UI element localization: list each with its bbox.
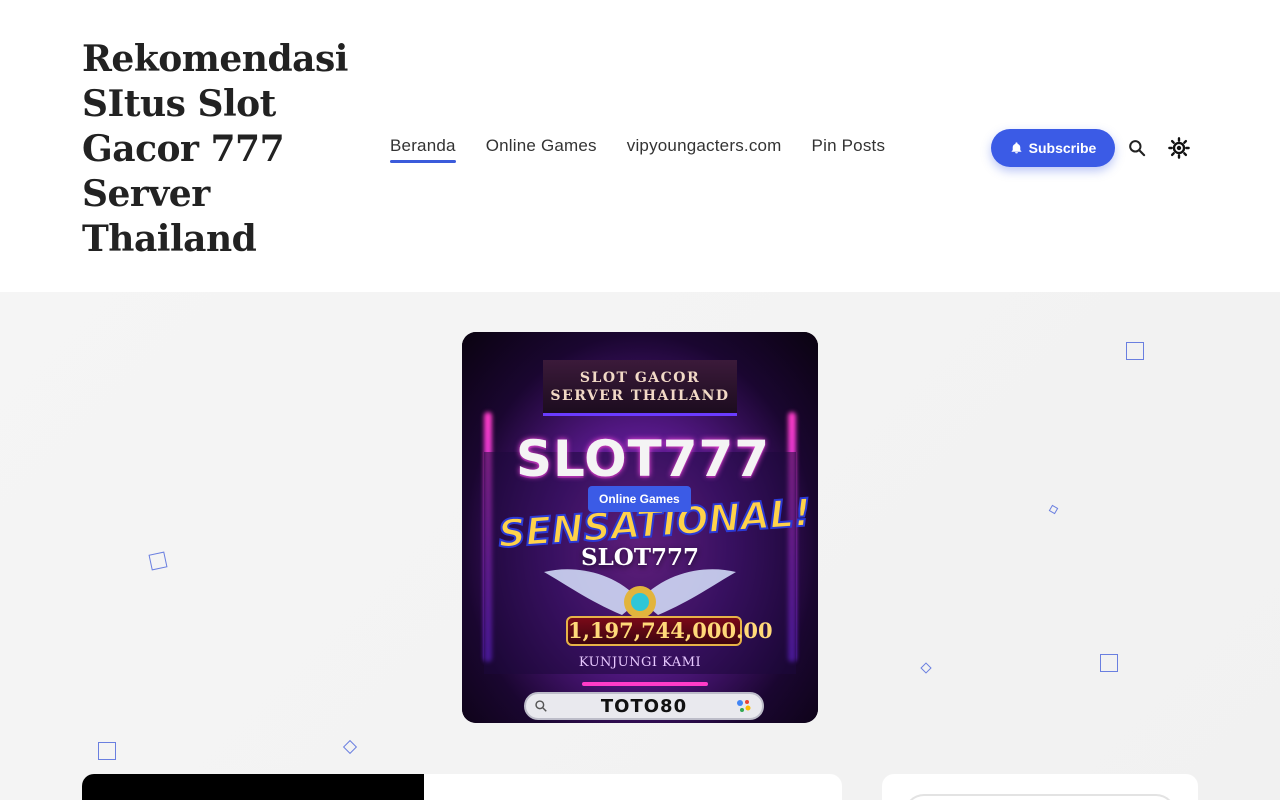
sidebar-widget xyxy=(882,774,1198,800)
image-visit-text: KUNJUNGI KAMI xyxy=(578,655,702,670)
category-badge[interactable]: Online Games xyxy=(588,486,691,512)
search-icon xyxy=(1129,140,1146,157)
decorative-square xyxy=(98,742,116,760)
image-divider xyxy=(582,682,708,686)
site-title[interactable]: Rekomendasi SItus Slot Gacor 777 Server … xyxy=(82,37,348,262)
search-button[interactable] xyxy=(1125,136,1149,160)
theme-toggle-button[interactable] xyxy=(1167,136,1191,160)
site-title-line: SItus Slot xyxy=(82,83,276,125)
decorative-square xyxy=(1126,342,1144,360)
assistant-dots-icon xyxy=(737,700,751,712)
site-title-line: Server xyxy=(82,173,210,215)
bell-icon xyxy=(1011,142,1022,154)
post-card[interactable] xyxy=(82,774,842,800)
hero-section: SLOT GACOR SERVER THAILAND SLOT777 SENSA… xyxy=(0,292,1280,800)
image-brand-pill: TOTO80 xyxy=(524,692,764,720)
main-nav: Beranda Online Games vipyoungacters.com … xyxy=(390,136,886,163)
sun-icon xyxy=(1168,137,1190,159)
decorative-square xyxy=(920,662,932,674)
site-title-line: Thailand xyxy=(82,218,257,260)
site-header: Rekomendasi SItus Slot Gacor 777 Server … xyxy=(0,0,1280,292)
site-title-line: Gacor 777 xyxy=(82,128,285,170)
nav-item-pin-posts[interactable]: Pin Posts xyxy=(812,136,886,160)
nav-item-vipyoungacters[interactable]: vipyoungacters.com xyxy=(627,136,782,160)
site-title-line: Rekomendasi xyxy=(82,38,348,80)
featured-post-card[interactable]: SLOT GACOR SERVER THAILAND SLOT777 SENSA… xyxy=(462,332,818,723)
decorative-square xyxy=(342,739,358,755)
nav-item-beranda[interactable]: Beranda xyxy=(390,136,456,163)
image-brand-text: TOTO80 xyxy=(600,695,688,717)
image-jackpot-value: 1,197,744,000.00 xyxy=(566,616,773,646)
decorative-square xyxy=(1048,504,1059,515)
search-icon xyxy=(535,700,547,712)
subscribe-button[interactable]: Subscribe xyxy=(991,129,1115,167)
sidebar-search-input[interactable] xyxy=(904,794,1176,800)
decorative-square xyxy=(1100,654,1118,672)
post-thumbnail xyxy=(82,774,424,800)
nav-item-online-games[interactable]: Online Games xyxy=(486,136,597,160)
image-headline: SLOT777 xyxy=(516,430,771,488)
decorative-square xyxy=(148,551,168,571)
subscribe-label: Subscribe xyxy=(1028,140,1097,156)
featured-post-title[interactable]: SLOT777 xyxy=(462,544,818,571)
image-banner-text: SLOT GACOR SERVER THAILAND xyxy=(543,360,737,416)
